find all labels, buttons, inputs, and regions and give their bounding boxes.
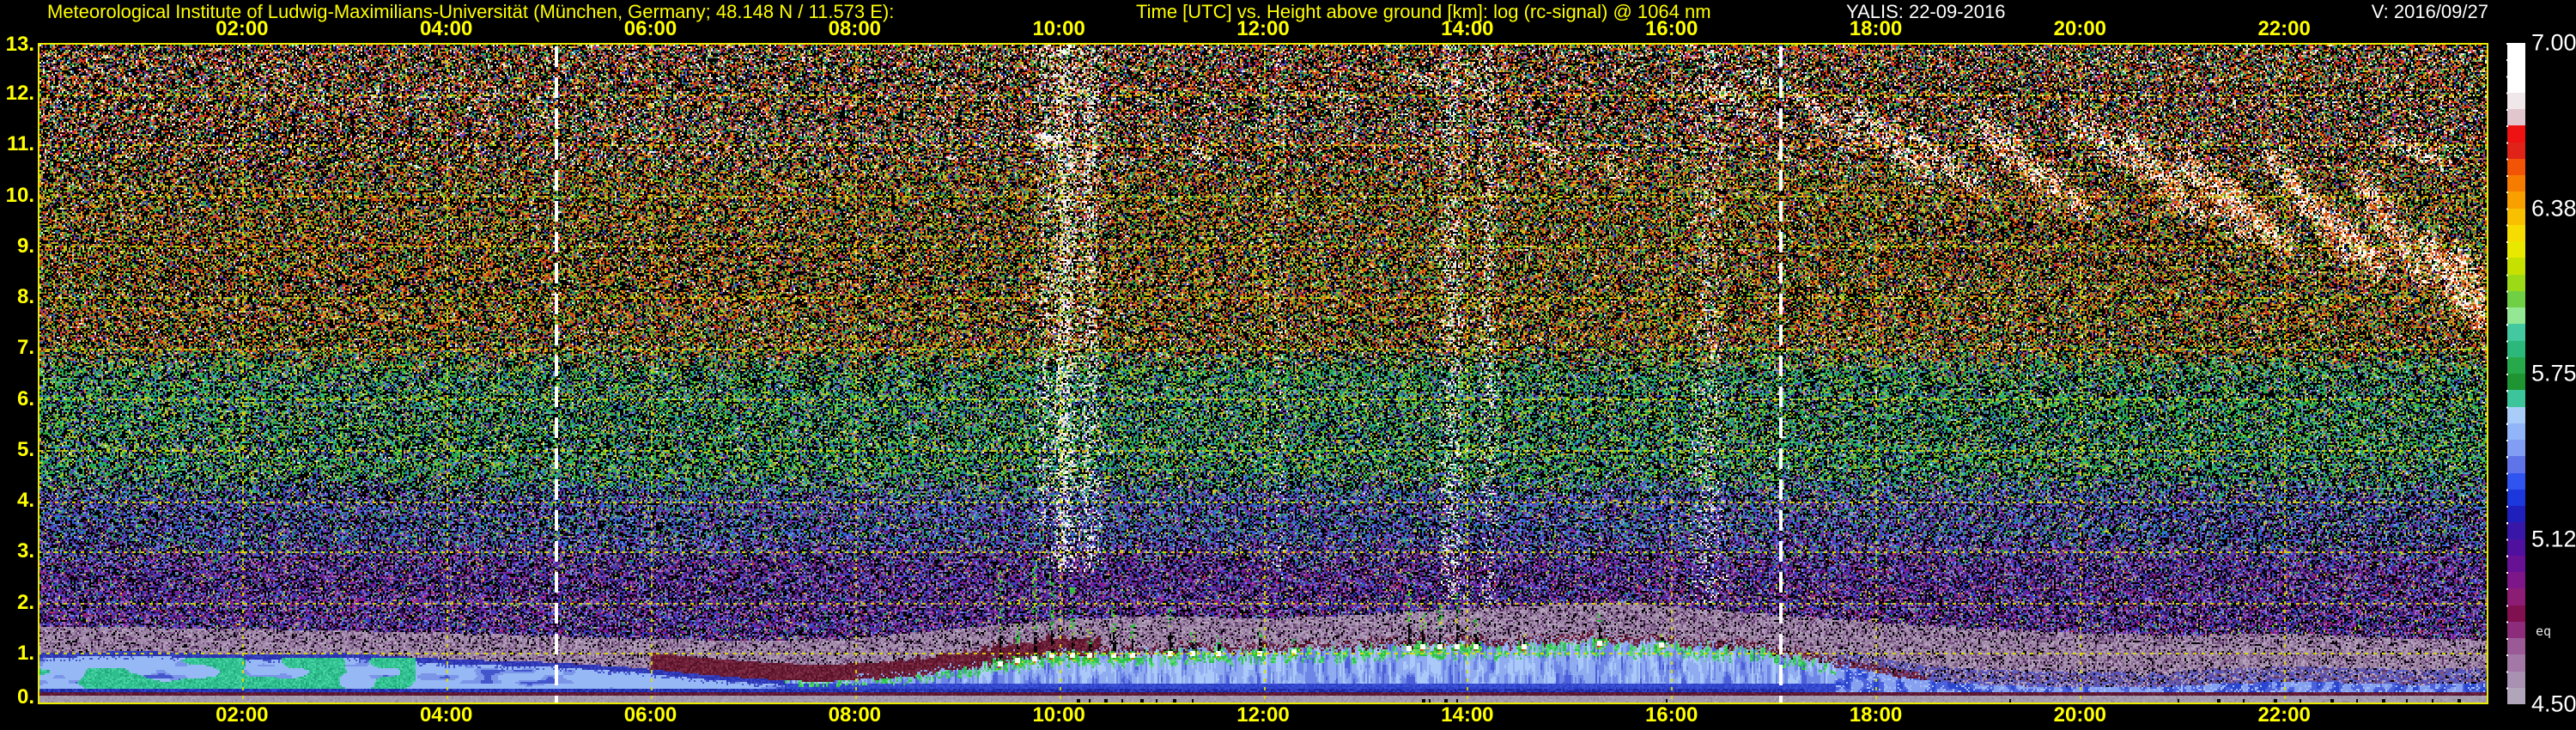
colorbar — [2507, 43, 2525, 704]
colorbar-cell — [2507, 506, 2525, 523]
colorbar-cell — [2507, 274, 2525, 291]
y-tick: 8. — [16, 285, 34, 309]
colorbar-cell — [2507, 654, 2525, 672]
colorbar-cell — [2507, 324, 2525, 341]
x-tick-bottom: 02:00 — [216, 703, 269, 727]
colorbar-cell — [2507, 76, 2525, 93]
colorbar-cell — [2507, 638, 2525, 655]
colorbar-cell — [2507, 192, 2525, 209]
x-tick-top: 06:00 — [623, 17, 677, 40]
x-tick-bottom: 06:00 — [623, 703, 677, 727]
x-tick-top: 02:00 — [216, 17, 269, 40]
y-tick: 3. — [16, 539, 34, 563]
x-tick-bottom: 22:00 — [2257, 703, 2311, 727]
y-tick: 13. — [5, 33, 34, 56]
x-tick-top: 10:00 — [1032, 17, 1085, 40]
colorbar-tick-label: 4.50 — [2531, 690, 2576, 717]
x-tick-top: 16:00 — [1644, 17, 1698, 40]
colorbar-tick-dashes — [2506, 43, 2508, 704]
colorbar-cell — [2507, 588, 2525, 605]
colorbar-cell — [2507, 605, 2525, 622]
colorbar-cell — [2507, 59, 2525, 76]
x-tick-bottom: 20:00 — [2053, 703, 2107, 727]
colorbar-tick-label: 5.12 — [2531, 526, 2576, 551]
colorbar-cell — [2507, 125, 2525, 143]
x-tick-top: 18:00 — [1849, 17, 1903, 40]
x-tick-top: 04:00 — [419, 17, 473, 40]
x-tick-top: 20:00 — [2053, 17, 2107, 40]
colorbar-cell — [2507, 472, 2525, 490]
x-tick-bottom: 10:00 — [1032, 703, 1085, 727]
y-tick: 5. — [16, 437, 34, 461]
x-tick-top: 12:00 — [1236, 17, 1290, 40]
y-tick: 2. — [16, 590, 34, 614]
colorbar-cell — [2507, 109, 2525, 126]
y-tick: 10. — [5, 183, 34, 207]
x-tick-bottom: 16:00 — [1644, 703, 1698, 727]
colorbar-cell — [2507, 390, 2525, 407]
colorbar-cell — [2507, 671, 2525, 688]
colorbar-cell — [2507, 241, 2525, 259]
colorbar-cell — [2507, 406, 2525, 423]
colorbar-cell — [2507, 158, 2525, 175]
colorbar-tick-label: 6.38 — [2531, 195, 2576, 221]
y-tick: 0. — [16, 685, 34, 709]
eq-annotation: eq — [2536, 624, 2552, 639]
colorbar-cell — [2507, 224, 2525, 241]
colorbar-cell — [2507, 92, 2525, 109]
colorbar-cell — [2507, 340, 2525, 357]
colorbar-cell — [2507, 440, 2525, 457]
y-tick: 9. — [16, 234, 34, 258]
colorbar-cell — [2507, 43, 2525, 60]
y-tick: 12. — [5, 82, 34, 106]
colorbar-cell — [2507, 489, 2525, 506]
x-tick-bottom: 14:00 — [1441, 703, 1494, 727]
lidar-heatmap-canvas — [38, 43, 2488, 704]
colorbar-cell — [2507, 555, 2525, 572]
colorbar-cell — [2507, 456, 2525, 473]
colorbar-cell — [2507, 142, 2525, 159]
colorbar-cell — [2507, 356, 2525, 374]
x-tick-bottom: 04:00 — [419, 703, 473, 727]
x-tick-bottom: 18:00 — [1849, 703, 1903, 727]
colorbar-cell — [2507, 208, 2525, 225]
colorbar-tick-label: 7.00 — [2531, 29, 2576, 56]
colorbar-cell — [2507, 621, 2525, 638]
x-tick-top: 22:00 — [2257, 17, 2311, 40]
y-tick: 7. — [16, 336, 34, 360]
y-tick: 4. — [16, 489, 34, 513]
x-tick-top: 08:00 — [828, 17, 882, 40]
y-tick: 6. — [16, 386, 34, 411]
colorbar-cell — [2507, 175, 2525, 192]
colorbar-tick-label: 5.75 — [2531, 360, 2576, 386]
colorbar-cell — [2507, 423, 2525, 440]
colorbar-cell — [2507, 374, 2525, 391]
colorbar-cell — [2507, 307, 2525, 325]
lidar-quicklook-plot — [38, 43, 2488, 704]
colorbar-cell — [2507, 258, 2525, 275]
x-tick-bottom: 12:00 — [1236, 703, 1290, 727]
colorbar-cell — [2507, 687, 2525, 704]
colorbar-cell — [2507, 290, 2525, 307]
x-tick-top: 14:00 — [1441, 17, 1494, 40]
x-tick-bottom: 08:00 — [828, 703, 882, 727]
colorbar-cell — [2507, 522, 2525, 539]
colorbar-cell — [2507, 572, 2525, 589]
y-tick: 11. — [6, 132, 34, 156]
colorbar-cell — [2507, 538, 2525, 556]
plot-title: Time [UTC] vs. Height above ground [km]:… — [1136, 1, 1711, 22]
y-tick: 1. — [16, 641, 34, 665]
